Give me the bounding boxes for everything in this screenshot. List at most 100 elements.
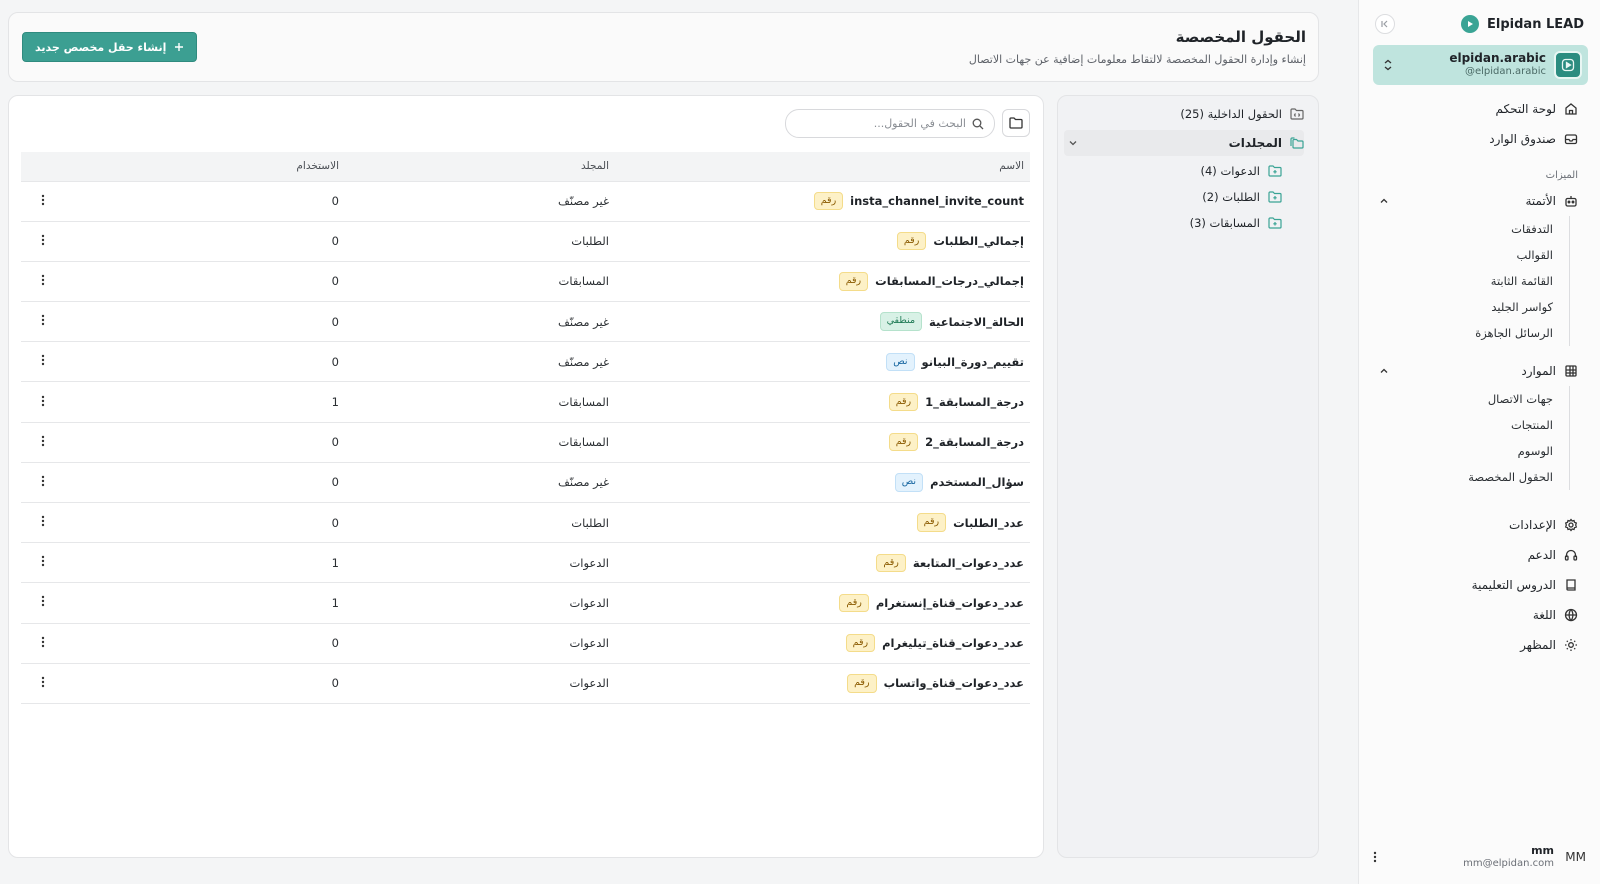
field-type-badge: رقم [838,272,869,291]
field-name[interactable]: insta_channel_invite_count [850,194,1024,208]
more-vertical-icon[interactable] [41,475,45,487]
nav-canned-responses[interactable]: الرسائل الجاهزة [1373,320,1553,346]
table-row[interactable]: عدد_دعوات_قناة_واتساب رقم الدعوات 0 [21,663,1030,704]
row-actions-cell [21,221,65,262]
brand[interactable]: Elpidan LEAD [1461,15,1584,33]
nav-appearance[interactable]: المظهر [1373,630,1586,660]
tree-folder-contests[interactable]: المسابقات (3) [1064,210,1282,236]
nav-language[interactable]: اللغة [1373,600,1586,630]
more-vertical-icon[interactable] [41,515,45,527]
nav-inbox[interactable]: صندوق الوارد [1373,124,1586,154]
field-name-cell: درجة_المسابقة_1 رقم [615,381,1030,423]
nav-custom-fields[interactable]: الحقول المخصصة [1373,464,1553,490]
tree-internal-fields[interactable]: الحقول الداخلية (25) [1064,101,1304,127]
row-actions-cell [21,542,65,584]
field-name-cell: insta_channel_invite_count رقم [615,181,1030,222]
field-name[interactable]: تقييم_دورة_البيانو [922,355,1024,369]
more-vertical-icon[interactable] [41,395,45,407]
more-vertical-icon[interactable] [41,234,45,246]
more-vertical-icon[interactable] [41,314,45,326]
field-name[interactable]: عدد_دعوات_قناة_تيليغرام [882,636,1024,650]
create-custom-field-button[interactable]: إنشاء حقل مخصص جديد [22,32,198,62]
nav-tags[interactable]: الوسوم [1373,438,1553,464]
table-row[interactable]: عدد_دعوات_قناة_تيليغرام رقم الدعوات 0 [21,623,1030,664]
nav-settings[interactable]: الإعدادات [1373,510,1586,540]
nav-tutorials[interactable]: الدروس التعليمية [1373,570,1586,600]
nav-persistent-menu[interactable]: القائمة الثابتة [1373,268,1553,294]
chevron-down-icon[interactable] [1068,138,1078,148]
nav-resources[interactable]: الموارد [1373,356,1586,386]
field-name[interactable]: درجة_المسابقة_1 [925,395,1024,409]
nav-automation[interactable]: الأتمتة [1373,186,1586,216]
more-vertical-icon[interactable] [41,354,45,366]
field-name[interactable]: سؤال_المستخدم [930,475,1024,489]
user-menu[interactable]: MM mm mm@elpidan.com [1373,842,1586,872]
field-name-cell: إجمالي_الطلبات رقم [615,221,1030,262]
table-row[interactable]: إجمالي_درجات_المسابقات رقم المسابقات 0 [21,261,1030,303]
more-vertical-icon[interactable] [41,194,45,206]
search-input[interactable] [796,117,966,130]
field-usage: 1 [65,582,345,624]
tree-folders-label: المجلدات [1228,136,1282,150]
nav-products[interactable]: المنتجات [1373,412,1553,438]
field-folder: غير مصنّف [345,301,615,343]
row-actions-cell [21,341,65,383]
field-type-badge: رقم [847,674,877,693]
more-vertical-icon[interactable] [1373,851,1377,863]
nav-flows[interactable]: التدفقات [1373,216,1553,242]
plus-icon [174,42,184,52]
table-row[interactable]: insta_channel_invite_count رقم غير مصنّف 0 [21,181,1030,222]
column-header-usage[interactable]: الاستخدام [65,152,345,182]
table-body: insta_channel_invite_count رقم غير مصنّف 0 إ… [21,181,1030,704]
chevron-up-icon[interactable] [1379,366,1389,376]
more-vertical-icon[interactable] [41,636,45,648]
column-header-folder[interactable]: المجلد [345,152,615,182]
field-name-wrap: درجة_المسابقة_2 رقم [621,433,1024,452]
nav-tutorials-label: الدروس التعليمية [1471,578,1556,592]
chevron-up-icon[interactable] [1379,196,1389,206]
nav-dashboard[interactable]: لوحة التحكم [1373,94,1586,124]
more-vertical-icon[interactable] [41,676,45,688]
field-name[interactable]: إجمالي_الطلبات [933,234,1024,248]
nav-templates[interactable]: القوالب [1373,242,1553,268]
more-vertical-icon[interactable] [41,595,45,607]
table-row[interactable]: إجمالي_الطلبات رقم الطلبات 0 [21,221,1030,262]
field-usage: 0 [65,462,345,504]
table-row[interactable]: عدد_الطلبات رقم الطلبات 0 [21,502,1030,544]
table-row[interactable]: درجة_المسابقة_2 رقم المسابقات 0 [21,422,1030,463]
field-name[interactable]: درجة_المسابقة_2 [925,435,1024,449]
field-name[interactable]: عدد_دعوات_المتابعة [913,556,1024,570]
more-vertical-icon[interactable] [41,555,45,567]
table-row[interactable]: سؤال_المستخدم نص غير مصنّف 0 [21,462,1030,504]
field-usage: 1 [65,542,345,584]
field-name[interactable]: الحالة_الاجتماعية [929,315,1024,329]
table-row[interactable]: تقييم_دورة_البيانو نص غير مصنّف 0 [21,341,1030,383]
field-name[interactable]: عدد_دعوات_قناة_إنستغرام [876,596,1024,610]
collapse-sidebar-icon[interactable] [1375,14,1395,34]
field-name[interactable]: عدد_دعوات_قناة_واتساب [884,676,1024,690]
nav-contacts[interactable]: جهات الاتصال [1373,386,1553,412]
tree-folder-invitations[interactable]: الدعوات (4) [1064,158,1282,184]
tree-folders-root[interactable]: المجلدات [1064,130,1304,156]
field-name[interactable]: إجمالي_درجات_المسابقات [875,274,1024,288]
sun-icon [1564,638,1578,652]
field-usage: 0 [65,663,345,704]
table-row[interactable]: الحالة_الاجتماعية منطقي غير مصنّف 0 [21,301,1030,343]
field-name[interactable]: عدد_الطلبات [953,516,1024,530]
more-vertical-icon[interactable] [41,274,45,286]
automation-sublist: التدفقات القوالب القائمة الثابتة كواسر ا… [1373,216,1570,346]
account-name: elpidan.arabic [1449,51,1546,66]
table-row[interactable]: عدد_دعوات_قناة_إنستغرام رقم الدعوات 1 [21,582,1030,624]
column-header-name[interactable]: الاسم [615,152,1030,182]
table-row[interactable]: درجة_المسابقة_1 رقم المسابقات 1 [21,381,1030,423]
row-actions-cell [21,181,65,222]
more-vertical-icon[interactable] [41,435,45,447]
account-switcher[interactable]: elpidan.arabic @elpidan.arabic [1373,45,1588,85]
field-type-badge: رقم [876,553,906,572]
tree-folder-orders[interactable]: الطلبات (2) [1064,184,1282,210]
nav-support[interactable]: الدعم [1373,540,1586,570]
field-type-badge: رقم [888,433,919,452]
new-folder-button[interactable] [1002,109,1030,137]
table-row[interactable]: عدد_دعوات_المتابعة رقم الدعوات 1 [21,542,1030,584]
nav-icebreakers[interactable]: كواسر الجليد [1373,294,1553,320]
